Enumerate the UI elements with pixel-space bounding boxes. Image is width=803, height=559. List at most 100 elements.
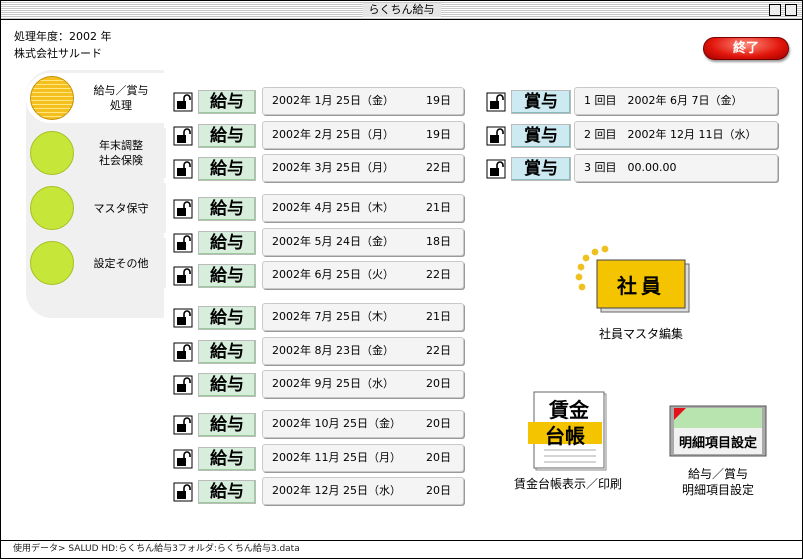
salary-row-10[interactable]: 2002年 11月 25日（月） 20日 (262, 444, 464, 472)
bonus-row-1[interactable]: 2 回目 2002年 12月 11日（水） (574, 121, 778, 149)
salary-row-9[interactable]: 2002年 10月 25日（金） 20日 (262, 410, 464, 438)
pay-date: 2002年 5月 24日（金） (272, 235, 394, 248)
salary-tag-button[interactable]: 給与 (198, 413, 256, 437)
sidebar-circle-icon (30, 241, 74, 285)
sidebar-item-1[interactable]: 年末調整 社会保険 (26, 128, 166, 178)
salary-row-8[interactable]: 2002年 9月 25日（水） 20日 (262, 370, 464, 398)
salary-row-11[interactable]: 2002年 12月 25日（水） 20日 (262, 477, 464, 505)
collapse-box-icon[interactable] (785, 4, 797, 16)
working-days: 18日 (426, 235, 451, 248)
salary-tag-button[interactable]: 給与 (198, 90, 256, 114)
bonus-lock-icon[interactable] (486, 126, 506, 146)
pay-date: 2002年 4月 25日（木） (272, 201, 394, 214)
salary-tag-button[interactable]: 給与 (198, 447, 256, 471)
pay-date: 2002年 8月 23日（金） (272, 344, 394, 357)
bonus-row-2[interactable]: 3 回目 00.00.00 (574, 154, 778, 182)
pay-date: 2002年 11月 25日（月） (272, 451, 401, 464)
status-bar: 使用データ> SALUD HD:らくちん給与3フォルダ:らくちん給与3.data (0, 540, 803, 559)
salary-lock-icon[interactable] (173, 449, 193, 469)
sidebar-circle-icon (30, 131, 74, 175)
salary-lock-icon[interactable] (173, 342, 193, 362)
salary-lock-icon[interactable] (173, 92, 193, 112)
bonus-lock-icon[interactable] (486, 159, 506, 179)
salary-tag-button[interactable]: 給与 (198, 373, 256, 397)
zoom-box-icon[interactable] (769, 4, 781, 16)
salary-tag-button[interactable]: 給与 (198, 197, 256, 221)
salary-lock-icon[interactable] (173, 308, 193, 328)
sidebar-item-label: 設定その他 (93, 256, 149, 270)
detail-items-shortcut[interactable]: 明細項目設定 給与／賞与 明細項目設定 (668, 404, 768, 504)
salary-row-3[interactable]: 2002年 4月 25日（木） 21日 (262, 194, 464, 222)
wage-ledger-label: 賃金台帳表示／印刷 (513, 477, 622, 491)
salary-row-6[interactable]: 2002年 7月 25日（木） 21日 (262, 303, 464, 331)
title-bar[interactable]: らくちん給与 (0, 0, 803, 20)
pay-date: 2002年 7月 25日（木） (272, 310, 394, 323)
detail-items-label: 給与／賞与 明細項目設定 (681, 467, 754, 497)
bonus-row-0[interactable]: 1 回目 2002年 6月 7日（金） (574, 87, 778, 115)
pay-date: 2002年 10月 25日（金） (272, 417, 401, 430)
working-days: 22日 (426, 268, 451, 281)
working-days: 20日 (426, 484, 451, 497)
pay-date: 2002年 6月 25日（火） (272, 268, 394, 281)
bonus-lock-icon[interactable] (486, 92, 506, 112)
salary-tag-button[interactable]: 給与 (198, 264, 256, 288)
salary-tag-button[interactable]: 給与 (198, 231, 256, 255)
salary-tag-button[interactable]: 給与 (198, 306, 256, 330)
working-days: 22日 (426, 161, 451, 174)
salary-tag-button[interactable]: 給与 (198, 480, 256, 504)
salary-lock-icon[interactable] (173, 482, 193, 502)
salary-row-4[interactable]: 2002年 5月 24日（金） 18日 (262, 228, 464, 256)
working-days: 19日 (426, 94, 451, 107)
working-days: 22日 (426, 344, 451, 357)
bonus-round: 3 回目 00.00.00 (584, 161, 677, 174)
employee-master-label: 社員マスタ編集 (598, 327, 683, 341)
wage-ledger-shortcut[interactable]: 賃金 台帳 賃金台帳表示／印刷 (498, 388, 638, 498)
detail-items-icon-text: 明細項目設定 (678, 436, 757, 451)
salary-tag-button[interactable]: 給与 (198, 157, 256, 181)
working-days: 19日 (426, 128, 451, 141)
salary-row-7[interactable]: 2002年 8月 23日（金） 22日 (262, 337, 464, 365)
salary-lock-icon[interactable] (173, 199, 193, 219)
working-days: 21日 (426, 310, 451, 323)
wage-ledger-icon-text-2: 台帳 (545, 424, 585, 448)
bonus-round: 2 回目 2002年 12月 11日（水） (584, 128, 757, 141)
salary-lock-icon[interactable] (173, 415, 193, 435)
sidebar-item-3[interactable]: 設定その他 (26, 238, 166, 288)
pay-date: 2002年 3月 25日（月） (272, 161, 394, 174)
bonus-round: 1 回目 2002年 6月 7日（金） (584, 94, 743, 107)
end-button[interactable]: 終了 (703, 37, 789, 60)
salary-lock-icon[interactable] (173, 375, 193, 395)
bonus-tag-button[interactable]: 賞与 (511, 124, 571, 148)
pay-date: 2002年 1月 25日（金） (272, 94, 394, 107)
sidebar-item-label: 年末調整 社会保険 (99, 139, 143, 167)
pay-date: 2002年 9月 25日（水） (272, 377, 394, 390)
company-name: 株式会社サルード (14, 47, 102, 60)
employee-master-shortcut[interactable]: 社員 社員マスタ編集 (575, 244, 695, 344)
working-days: 21日 (426, 201, 451, 214)
salary-row-0[interactable]: 2002年 1月 25日（金） 19日 (262, 87, 464, 115)
bonus-tag-button[interactable]: 賞与 (511, 157, 571, 181)
sidebar-item-2[interactable]: マスタ保守 (26, 183, 166, 233)
working-days: 20日 (426, 377, 451, 390)
salary-lock-icon[interactable] (173, 233, 193, 253)
salary-row-2[interactable]: 2002年 3月 25日（月） 22日 (262, 154, 464, 182)
salary-lock-icon[interactable] (173, 266, 193, 286)
bonus-tag-button[interactable]: 賞与 (511, 90, 571, 114)
salary-tag-button[interactable]: 給与 (198, 124, 256, 148)
sidebar-item-0[interactable]: 給与／賞与 処理 (26, 73, 166, 123)
salary-row-1[interactable]: 2002年 2月 25日（月） 19日 (262, 121, 464, 149)
sidebar-circle-icon (30, 186, 74, 230)
salary-lock-icon[interactable] (173, 126, 193, 146)
working-days: 20日 (426, 417, 451, 430)
fiscal-year: 処理年度：2002 年 (14, 30, 112, 43)
salary-tag-button[interactable]: 給与 (198, 340, 256, 364)
employee-icon-text: 社員 (617, 274, 665, 298)
sidebar-circle-icon (30, 76, 74, 120)
working-days: 20日 (426, 451, 451, 464)
salary-lock-icon[interactable] (173, 159, 193, 179)
salary-row-5[interactable]: 2002年 6月 25日（火） 22日 (262, 261, 464, 289)
pay-date: 2002年 12月 25日（水） (272, 484, 401, 497)
wage-ledger-icon-text-1: 賃金 (549, 398, 589, 422)
pay-date: 2002年 2月 25日（月） (272, 128, 394, 141)
window-title: らくちん給与 (362, 3, 441, 17)
